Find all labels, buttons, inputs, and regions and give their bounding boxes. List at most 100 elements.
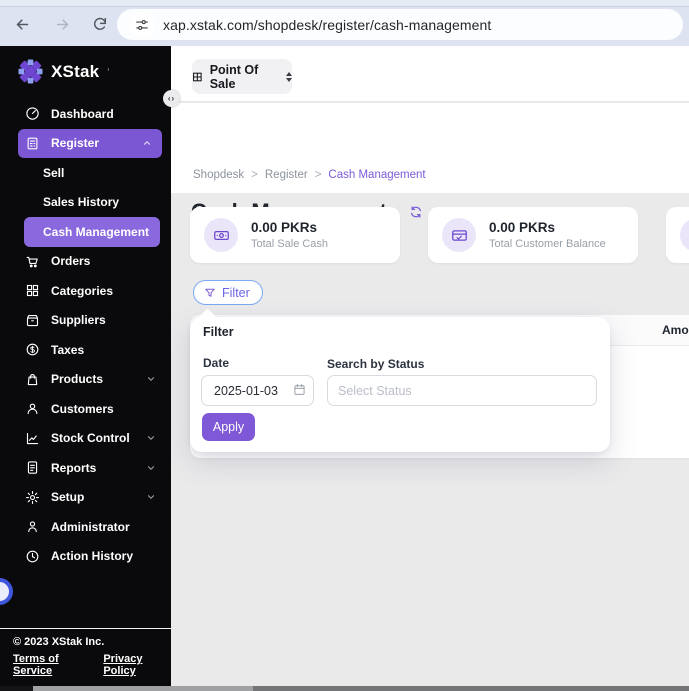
- banknote-icon: [204, 218, 238, 252]
- sidebar-item-reports[interactable]: Reports: [0, 453, 171, 483]
- card-check-icon: [442, 218, 476, 252]
- browser-back-button[interactable]: [11, 13, 33, 35]
- breadcrumb-cash-management[interactable]: Cash Management: [328, 169, 425, 181]
- store-selector-dropdown[interactable]: Point Of Sale: [192, 59, 292, 94]
- sidebar-item-products[interactable]: Products: [0, 365, 171, 395]
- forward-icon: [56, 18, 68, 30]
- dollar-circle-icon: [25, 342, 40, 357]
- archive-box-icon: [25, 313, 40, 328]
- sidebar-item-setup[interactable]: Setup: [0, 483, 171, 513]
- copyright-text: © 2023 XStak Inc.: [13, 636, 105, 648]
- terms-of-service-link[interactable]: Terms of Service: [13, 653, 77, 677]
- breadcrumb-separator: >: [251, 169, 258, 181]
- refresh-icon: [93, 17, 107, 30]
- sidebar-item-label: Dashboard: [51, 106, 114, 121]
- sidebar-item-label: Categories: [51, 283, 114, 298]
- grid-icon: [25, 283, 40, 298]
- sidebar-item-dashboard[interactable]: Dashboard: [0, 99, 171, 129]
- privacy-policy-link[interactable]: Privacy Policy: [103, 653, 158, 677]
- site-settings-icon[interactable]: [129, 11, 155, 38]
- sidebar-item-register[interactable]: Register: [18, 128, 162, 158]
- filter-popup-title: Filter: [203, 325, 234, 339]
- people-icon: [25, 401, 40, 416]
- xstak-logo-icon: [18, 59, 43, 84]
- breadcrumb-register[interactable]: Register: [265, 169, 308, 181]
- address-bar[interactable]: xap.xstak.com/shopdesk/register/cash-man…: [117, 9, 683, 40]
- filter-button[interactable]: Filter: [193, 280, 263, 305]
- sidebar-item-sell[interactable]: Sell: [0, 158, 171, 188]
- admin-user-icon: [25, 519, 40, 534]
- funnel-icon: [205, 288, 215, 297]
- status-select[interactable]: [327, 375, 597, 406]
- card-total-sale-cash: 0.00 PKRs Total Sale Cash: [190, 207, 400, 263]
- bag-icon: [25, 372, 40, 387]
- sidebar-item-label: Customers: [51, 401, 114, 416]
- scrollbar-track: [33, 686, 253, 691]
- chevron-down-icon: [146, 463, 156, 473]
- sidebar-item-action-history[interactable]: Action History: [0, 542, 171, 572]
- page-header: Shopdesk > Register > Cash Management Ca…: [171, 103, 689, 224]
- filter-popup: Filter Date Search by Status Apply: [190, 317, 610, 452]
- sidebar-item-label: Sales History: [43, 195, 120, 210]
- date-label: Date: [203, 356, 230, 370]
- logo-tick: ’: [107, 66, 110, 77]
- back-icon: [16, 18, 28, 30]
- select-arrows-icon: [286, 71, 292, 82]
- chart-icon: [25, 431, 40, 446]
- card-label: Total Customer Balance: [489, 238, 606, 250]
- summary-cards: 0.00 PKRs Total Sale Cash 0.00 PKRs Tota…: [190, 207, 689, 263]
- collapse-icon: ‹›: [167, 94, 176, 103]
- status-label: Search by Status: [327, 357, 425, 371]
- sidebar-item-label: Reports: [51, 460, 97, 475]
- sidebar-item-administrator[interactable]: Administrator: [0, 512, 171, 542]
- main-content: Point Of Sale Shopdesk > Register > Cash…: [171, 46, 689, 686]
- browser-forward-button[interactable]: [51, 13, 73, 35]
- gear-icon: [25, 490, 40, 505]
- browser-toolbar: xap.xstak.com/shopdesk/register/cash-man…: [0, 0, 689, 46]
- sidebar-item-label: Stock Control: [51, 431, 130, 446]
- scrollbar-thumb[interactable]: [253, 686, 689, 691]
- breadcrumb: Shopdesk > Register > Cash Management: [193, 169, 426, 181]
- sidebar: XStak ’ Dashboard Register Sell Sales Hi…: [0, 46, 171, 686]
- breadcrumb-shopdesk[interactable]: Shopdesk: [193, 169, 244, 181]
- sidebar-item-label: Action History: [51, 549, 134, 564]
- chevron-down-icon: [146, 492, 156, 502]
- sidebar-item-label: Suppliers: [51, 313, 106, 328]
- apply-button[interactable]: Apply: [202, 413, 255, 441]
- sidebar-item-orders[interactable]: Orders: [0, 247, 171, 277]
- store-selector-bar: Point Of Sale: [171, 46, 689, 102]
- grid-icon: [193, 72, 202, 81]
- sidebar-item-sales-history[interactable]: Sales History: [0, 188, 171, 218]
- sidebar-item-customers[interactable]: Customers: [0, 394, 171, 424]
- horizontal-scrollbar[interactable]: [0, 686, 689, 691]
- dashboard-icon: [25, 106, 40, 121]
- sidebar-nav: Dashboard Register Sell Sales History Ca…: [0, 99, 171, 571]
- store-selector-label: Point Of Sale: [209, 62, 259, 91]
- filter-button-label: Filter: [222, 285, 250, 300]
- sidebar-item-stock-control[interactable]: Stock Control: [0, 424, 171, 454]
- date-input[interactable]: [201, 375, 314, 406]
- cart-icon: [25, 254, 40, 269]
- sidebar-item-taxes[interactable]: Taxes: [0, 335, 171, 365]
- chevron-up-icon: [142, 138, 152, 148]
- sidebar-item-cash-management[interactable]: Cash Management: [24, 217, 160, 247]
- sidebar-item-label: Setup: [51, 490, 85, 505]
- sidebar-item-label: Register: [51, 136, 100, 151]
- sidebar-item-label: Taxes: [51, 342, 85, 357]
- card-cash-in: [666, 207, 689, 263]
- screen: xap.xstak.com/shopdesk/register/cash-man…: [0, 0, 689, 691]
- card-value: 0.00 PKRs: [251, 220, 318, 235]
- sidebar-item-suppliers[interactable]: Suppliers: [0, 306, 171, 336]
- logo[interactable]: XStak ’: [18, 59, 109, 84]
- logo-text: XStak: [51, 61, 100, 81]
- url-text[interactable]: xap.xstak.com/shopdesk/register/cash-man…: [163, 17, 491, 33]
- sidebar-item-categories[interactable]: Categories: [0, 276, 171, 306]
- tabstrip-edge: [0, 0, 689, 7]
- sidebar-item-label: Sell: [43, 165, 65, 180]
- browser-refresh-button[interactable]: [89, 13, 111, 35]
- chevron-down-icon: [146, 374, 156, 384]
- sidebar-footer: © 2023 XStak Inc. Terms of Service Priva…: [0, 628, 171, 686]
- card-total-customer-balance: 0.00 PKRs Total Customer Balance: [428, 207, 638, 263]
- sidebar-collapse-button[interactable]: ‹›: [163, 90, 180, 107]
- sidebar-item-label: Orders: [51, 254, 91, 269]
